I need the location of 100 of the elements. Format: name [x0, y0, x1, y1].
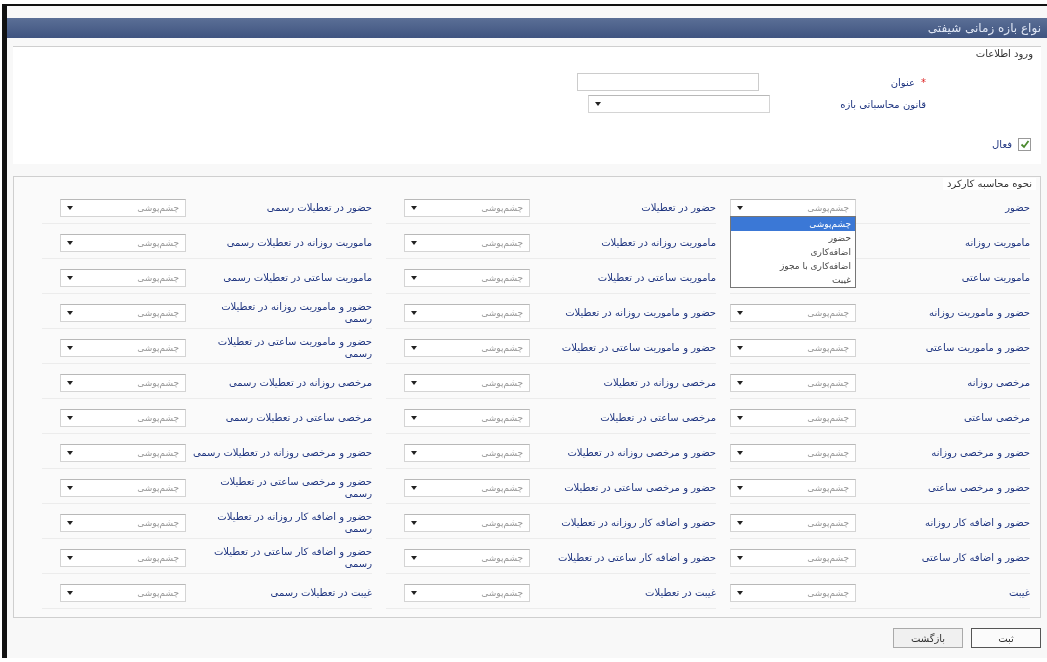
option-dropdown[interactable]: چشم‌پوشی — [60, 374, 186, 392]
field-label: مرخصی روزانه — [966, 376, 1030, 390]
caret-icon — [411, 311, 417, 315]
field-label: حضور و ماموریت روزانه در تعطیلات رسمی — [220, 300, 372, 326]
caret-icon — [67, 276, 73, 280]
option-dropdown[interactable]: چشم‌پوشی — [60, 199, 186, 217]
rule-dropdown[interactable] — [588, 95, 770, 113]
option-dropdown[interactable]: چشم‌پوشی — [60, 409, 186, 427]
caret-icon — [737, 486, 743, 490]
caret-icon — [411, 206, 417, 210]
option-dropdown[interactable]: چشم‌پوشی — [60, 514, 186, 532]
caret-icon — [595, 102, 601, 106]
option-dropdown[interactable]: چشم‌پوشی — [730, 584, 856, 602]
required-mark: * — [921, 76, 926, 88]
option-dropdown[interactable]: چشم‌پوشی — [730, 444, 856, 462]
field-label: حضور و اضافه کار ساعتی — [920, 551, 1030, 565]
option-dropdown[interactable]: چشم‌پوشی — [730, 374, 856, 392]
caret-icon — [737, 346, 743, 350]
option-dropdown[interactable]: چشم‌پوشی — [404, 479, 530, 497]
option-dropdown[interactable]: چشم‌پوشی — [404, 444, 530, 462]
caret-icon — [737, 311, 743, 315]
field-label: حضور — [1003, 201, 1030, 215]
dropdown-option[interactable]: اضافه‌کاری با مجوز — [731, 259, 855, 273]
field-label: حضور و ماموریت روزانه در تعطیلات — [564, 306, 716, 320]
field-label: ماموریت ساعتی — [960, 271, 1030, 285]
field-label: ماموریت ساعتی در تعطیلات — [596, 271, 716, 285]
field-label: عنوان — [889, 76, 915, 88]
field-label: حضور و ماموریت ساعتی — [924, 341, 1030, 355]
caret-icon — [67, 206, 73, 210]
caret-icon — [737, 521, 743, 525]
option-dropdown[interactable]: چشم‌پوشی — [404, 549, 530, 567]
option-dropdown[interactable]: چشم‌پوشی — [404, 514, 530, 532]
field-label: مرخصی روزانه در تعطیلات — [602, 376, 716, 390]
field-label: حضور و مرخصی ساعتی در تعطیلات — [563, 481, 716, 495]
option-dropdown[interactable]: چشم‌پوشی — [730, 549, 856, 567]
option-dropdown[interactable]: چشم‌پوشی — [60, 584, 186, 602]
back-button[interactable]: بازگشت — [893, 628, 963, 648]
field-label: ماموریت روزانه در تعطیلات — [600, 236, 716, 250]
caret-icon — [67, 451, 73, 455]
caret-icon — [67, 556, 73, 560]
caret-icon — [411, 486, 417, 490]
dropdown-option[interactable]: غیبت — [731, 273, 855, 287]
option-dropdown[interactable]: چشم‌پوشی — [60, 269, 186, 287]
option-dropdown[interactable]: چشم‌پوشی — [60, 444, 186, 462]
dropdown-option[interactable]: اضافه‌کاری — [731, 245, 855, 259]
field-label: مرخصی ساعتی در تعطیلات رسمی — [224, 411, 372, 425]
caret-icon — [737, 381, 743, 385]
option-dropdown[interactable]: چشم‌پوشی — [60, 549, 186, 567]
option-dropdown[interactable]: چشم‌پوشی — [60, 234, 186, 252]
caret-icon — [737, 416, 743, 420]
field-label: ماموریت روزانه — [964, 236, 1030, 250]
submit-button[interactable]: ثبت — [971, 628, 1041, 648]
option-dropdown[interactable]: چشم‌پوشی — [404, 584, 530, 602]
field-label: حضور و اضافه کار روزانه در تعطیلات — [560, 516, 716, 530]
dropdown-option[interactable]: حضور — [731, 231, 855, 245]
option-dropdown[interactable]: چشم‌پوشی — [404, 199, 530, 217]
caret-icon — [411, 241, 417, 245]
caret-icon — [737, 206, 743, 210]
caret-icon — [67, 346, 73, 350]
option-dropdown[interactable]: چشم‌پوشی — [404, 374, 530, 392]
field-label: حضور و مرخصی روزانه در تعطیلات — [566, 446, 716, 460]
option-dropdown[interactable]: چشم‌پوشی — [730, 409, 856, 427]
field-label: غیبت در تعطیلات — [644, 586, 716, 600]
caret-icon — [411, 346, 417, 350]
caret-icon — [737, 591, 743, 595]
caret-icon — [67, 311, 73, 315]
option-dropdown[interactable]: چشم‌پوشی — [60, 304, 186, 322]
field-label: حضور و مرخصی ساعتی در تعطیلات رسمی — [219, 475, 372, 501]
field-label: حضور و ماموریت روزانه — [928, 306, 1030, 320]
option-dropdown[interactable]: چشم‌پوشی — [730, 479, 856, 497]
field-label: غیبت در تعطیلات رسمی — [269, 586, 372, 600]
caret-icon — [411, 591, 417, 595]
option-dropdown[interactable]: چشم‌پوشی — [60, 479, 186, 497]
caret-icon — [737, 451, 743, 455]
option-dropdown[interactable]: چشم‌پوشی — [404, 339, 530, 357]
caret-icon — [411, 276, 417, 280]
caret-icon — [411, 451, 417, 455]
field-label: مرخصی روزانه در تعطیلات رسمی — [228, 376, 372, 390]
field-label: مرخصی ساعتی — [963, 411, 1030, 425]
checkbox-label: فعال — [992, 138, 1012, 150]
option-dropdown[interactable]: چشم‌پوشی — [404, 409, 530, 427]
title-input-field[interactable] — [577, 73, 759, 91]
option-dropdown[interactable]: چشم‌پوشی — [730, 304, 856, 322]
field-label: ماموریت ساعتی در تعطیلات رسمی — [222, 271, 372, 285]
field-label: حضور در تعطیلات رسمی — [265, 201, 372, 215]
dropdown-option[interactable]: چشم‌پوشی — [731, 217, 855, 231]
section-legend: نحوه محاسبه کارکرد — [943, 178, 1036, 190]
option-dropdown[interactable]: چشم‌پوشی — [730, 514, 856, 532]
active-checkbox[interactable] — [1018, 137, 1031, 151]
option-dropdown[interactable]: چشم‌پوشی — [60, 339, 186, 357]
field-label: غیبت — [1007, 586, 1030, 600]
field-label: حضور و مرخصی روزانه در تعطیلات رسمی — [192, 446, 372, 460]
field-label: حضور و مرخصی ساعتی — [926, 481, 1030, 495]
option-dropdown[interactable]: چشم‌پوشی — [404, 269, 530, 287]
option-dropdown[interactable]: چشم‌پوشی — [730, 339, 856, 357]
option-dropdown[interactable]: چشم‌پوشی — [404, 304, 530, 322]
option-dropdown[interactable]: چشم‌پوشی — [404, 234, 530, 252]
field-label: حضور و اضافه کار روزانه — [924, 516, 1030, 530]
field-label: حضور و اضافه کار ساعتی در تعطیلات — [556, 551, 716, 565]
caret-icon — [67, 241, 73, 245]
